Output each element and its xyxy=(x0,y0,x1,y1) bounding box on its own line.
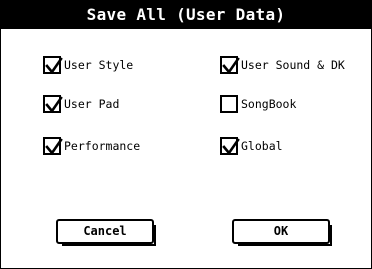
checkbox-performance[interactable] xyxy=(43,137,63,156)
option-global[interactable]: Global xyxy=(220,135,283,157)
checkmark-icon xyxy=(45,138,63,156)
option-user-pad[interactable]: User Pad xyxy=(43,93,119,115)
option-label-global: Global xyxy=(241,139,283,153)
checkbox-user-style[interactable] xyxy=(43,56,63,75)
option-label-user-style: User Style xyxy=(64,58,134,72)
option-user-sound-dk[interactable]: User Sound & DK xyxy=(220,54,345,76)
checkmark-icon xyxy=(45,96,63,114)
checkmark-icon xyxy=(222,138,240,156)
checkbox-global[interactable] xyxy=(220,137,240,156)
option-performance[interactable]: Performance xyxy=(43,135,140,157)
ok-button[interactable]: OK xyxy=(232,219,332,246)
option-user-style[interactable]: User Style xyxy=(43,54,133,76)
option-songbook[interactable]: SongBook xyxy=(220,93,296,115)
cancel-button[interactable]: Cancel xyxy=(56,219,156,246)
checkbox-songbook[interactable] xyxy=(220,95,238,113)
save-all-dialog: Save All (User Data) User Style User Pad… xyxy=(0,0,372,269)
option-label-user-pad: User Pad xyxy=(64,97,120,111)
checkmark-icon xyxy=(45,57,63,75)
checkbox-user-sound-dk[interactable] xyxy=(220,56,240,75)
dialog-title: Save All (User Data) xyxy=(1,1,371,29)
option-label-user-sound-dk: User Sound & DK xyxy=(241,58,345,72)
option-label-songbook: SongBook xyxy=(241,97,297,111)
checkbox-user-pad[interactable] xyxy=(43,95,63,114)
checkmark-icon xyxy=(222,57,240,75)
option-label-performance: Performance xyxy=(64,139,141,153)
